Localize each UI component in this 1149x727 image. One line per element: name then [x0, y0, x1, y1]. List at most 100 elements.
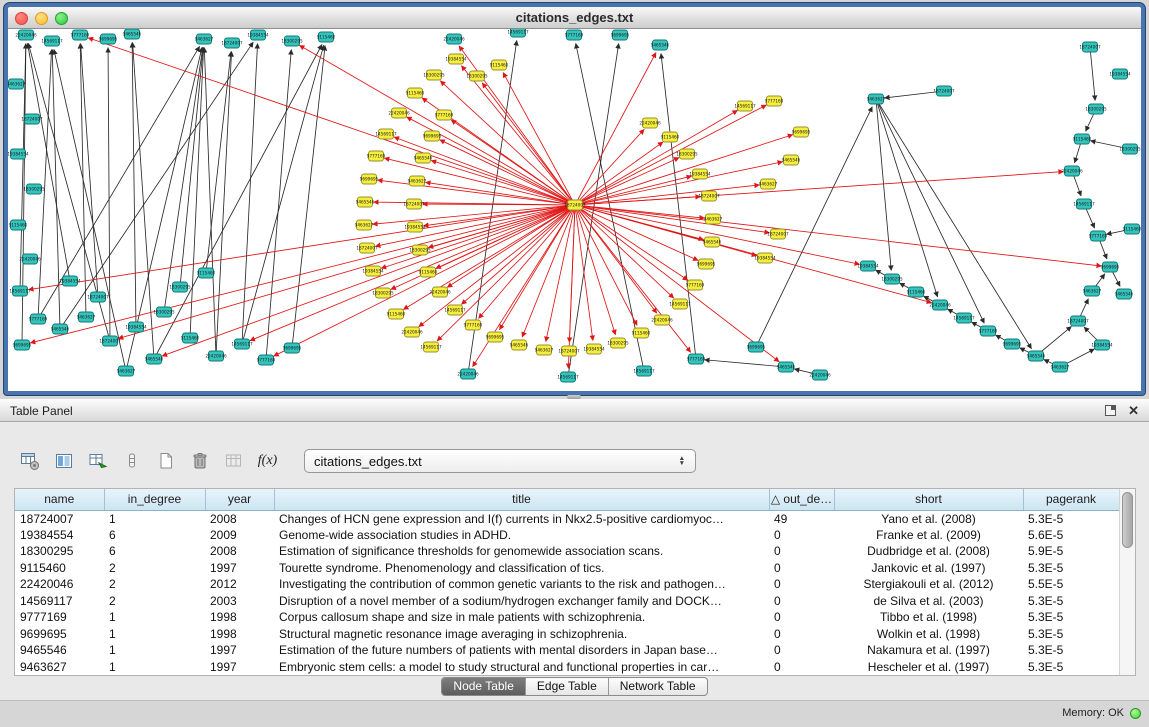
graph-node[interactable]: 18300295 — [607, 338, 629, 348]
graph-node[interactable]: 9463627 — [117, 366, 136, 376]
table-row[interactable]: 2242004622012Investigating the contribut… — [15, 576, 1119, 593]
graph-node[interactable]: 9465546 — [777, 362, 796, 372]
graph-node[interactable]: 22420046 — [205, 351, 227, 361]
graph-node[interactable]: 9465546 — [651, 40, 670, 50]
graph-node[interactable]: 9463627 — [759, 179, 778, 189]
graph-node[interactable]: 9115460 — [419, 267, 438, 277]
table-cell[interactable]: 6 — [104, 543, 205, 560]
table-cell[interactable]: Yano et al. (2008) — [834, 510, 1023, 527]
graph-node[interactable]: 9465546 — [703, 237, 722, 247]
table-cell[interactable]: 0 — [769, 642, 834, 659]
table-cell[interactable]: 6 — [104, 527, 205, 544]
show-columns-button[interactable] — [50, 448, 77, 475]
table-cell[interactable]: 1 — [104, 642, 205, 659]
table-row[interactable]: 1872400712008Changes of HCN gene express… — [15, 510, 1119, 527]
table-row[interactable]: 946362711997Embryonic stem cells: a mode… — [15, 659, 1119, 676]
scrollbar-thumb[interactable] — [1122, 492, 1133, 548]
table-options-button[interactable] — [16, 448, 43, 475]
graph-node[interactable]: 22420046 — [651, 315, 673, 325]
table-cell[interactable]: 9115460 — [15, 560, 104, 577]
window-titlebar[interactable]: citations_edges.txt — [8, 7, 1141, 29]
table-cell[interactable]: Hescheler et al. (1997) — [834, 659, 1023, 676]
graph-node[interactable]: 9115460 — [490, 60, 509, 70]
table-cell[interactable]: 2 — [104, 593, 205, 610]
graph-node[interactable]: 9777169 — [765, 96, 784, 106]
graph-node[interactable]: 22420046 — [429, 287, 451, 297]
table-cell[interactable]: 19384554 — [15, 527, 104, 544]
graph-node[interactable]: 19384554 — [689, 169, 711, 179]
table-cell[interactable]: Changes of HCN gene expression and I(f) … — [274, 510, 769, 527]
graph-node[interactable]: 9115460 — [1073, 134, 1092, 144]
table-cell[interactable]: 49 — [769, 510, 834, 527]
table-cell[interactable]: Investigating the contribution of common… — [274, 576, 769, 593]
graph-node[interactable]: 9777169 — [686, 280, 705, 290]
graph-node[interactable]: 22420046 — [15, 30, 37, 40]
table-cell[interactable]: Structural magnetic resonance image aver… — [274, 626, 769, 643]
graph-node[interactable]: 18724007 — [403, 199, 425, 209]
graph-node[interactable]: 9777169 — [464, 320, 483, 330]
table-cell[interactable]: 9465546 — [15, 642, 104, 659]
graph-node[interactable]: 18300295 — [372, 288, 394, 298]
graph-node[interactable]: 22420046 — [401, 327, 423, 337]
table-row[interactable]: 1938455462009Genome-wide association stu… — [15, 527, 1119, 544]
graph-node[interactable]: 18300295 — [466, 71, 488, 81]
graph-node[interactable]: 18300295 — [881, 274, 903, 284]
graph-node[interactable]: 9777169 — [29, 314, 48, 324]
graph-node[interactable]: 9115460 — [197, 268, 216, 278]
graph-node[interactable]: 18724007 — [564, 200, 586, 210]
tab-node-table[interactable]: Node Table — [442, 678, 526, 695]
table-cell[interactable]: 14569117 — [15, 593, 104, 610]
graph-node[interactable]: 14569117 — [953, 313, 975, 323]
close-panel-icon[interactable]: ✕ — [1128, 405, 1139, 416]
table-cell[interactable]: Franke et al. (2009) — [834, 527, 1023, 544]
graph-node[interactable]: 9465546 — [51, 324, 70, 334]
graph-node[interactable]: 9699695 — [611, 30, 630, 40]
graph-node[interactable]: 9699695 — [697, 259, 716, 269]
graph-node[interactable]: 19384554 — [404, 222, 426, 232]
graph-node[interactable]: 19384554 — [125, 322, 147, 332]
table-cell[interactable]: Estimation of significance thresholds fo… — [274, 543, 769, 560]
graph-node[interactable]: 19384554 — [247, 30, 269, 40]
graph-node[interactable]: 14569117 — [375, 129, 397, 139]
table-row[interactable]: 1456911722003Disruption of a novel membe… — [15, 593, 1119, 610]
table-cell[interactable]: 18724007 — [15, 510, 104, 527]
import-table-button[interactable] — [84, 448, 111, 475]
table-cell[interactable]: 5.3E-5 — [1023, 560, 1119, 577]
table-row[interactable]: 969969511998Structural magnetic resonanc… — [15, 626, 1119, 643]
graph-node[interactable]: 9699695 — [792, 127, 811, 137]
float-panel-icon[interactable] — [1105, 405, 1116, 416]
table-cell[interactable]: Estimation of the future numbers of pati… — [274, 642, 769, 659]
graph-node[interactable]: 9777169 — [565, 30, 584, 40]
graph-node[interactable]: 9463627 — [77, 312, 96, 322]
column-header[interactable]: title — [274, 489, 769, 510]
graph-node[interactable]: 9777169 — [71, 30, 90, 40]
column-header[interactable]: name — [15, 489, 104, 510]
graph-node[interactable]: 9463627 — [535, 345, 554, 355]
graph-node[interactable]: 9699695 — [1003, 339, 1022, 349]
graph-node[interactable]: 9115460 — [907, 287, 926, 297]
table-cell[interactable]: 0 — [769, 609, 834, 626]
graph-node[interactable]: 9465546 — [123, 29, 142, 39]
graph-node[interactable]: 9699695 — [486, 332, 505, 342]
graph-node[interactable]: 9115460 — [406, 88, 425, 98]
column-header[interactable]: in_degree — [104, 489, 205, 510]
table-cell[interactable]: 5.3E-5 — [1023, 642, 1119, 659]
network-window[interactable]: citations_edges.txt 18724007 19384554 18… — [4, 3, 1145, 395]
graph-node[interactable]: 9699695 — [747, 342, 766, 352]
map-table-button[interactable] — [220, 448, 247, 475]
column-header[interactable]: △ out_de… — [769, 489, 834, 510]
table-row[interactable]: 1830029562008Estimation of significance … — [15, 543, 1119, 560]
column-header[interactable]: pagerank — [1023, 489, 1119, 510]
table-cell[interactable]: 2 — [104, 576, 205, 593]
minimize-button[interactable] — [35, 12, 48, 25]
graph-node[interactable]: 9465546 — [356, 197, 375, 207]
graph-node[interactable]: 14569117 — [9, 286, 31, 296]
table-cell[interactable]: 2012 — [205, 576, 274, 593]
graph-node[interactable]: 9777169 — [1089, 231, 1108, 241]
graph-node[interactable]: 18724007 — [767, 229, 789, 239]
table-row[interactable]: 946554611997Estimation of the future num… — [15, 642, 1119, 659]
graph-node[interactable]: 19384554 — [1109, 69, 1131, 79]
graph-node[interactable]: 9463627 — [408, 176, 427, 186]
table-cell[interactable]: Corpus callosum shape and size in male p… — [274, 609, 769, 626]
graph-node[interactable]: 18300295 — [1119, 144, 1141, 154]
